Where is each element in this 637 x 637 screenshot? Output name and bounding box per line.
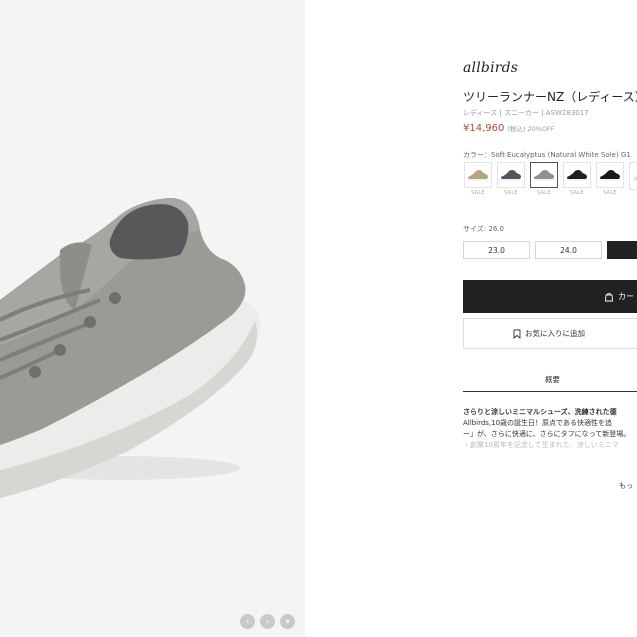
swatch-thumbnail <box>629 162 637 190</box>
swatch-thumbnail <box>596 162 624 188</box>
size-label: サイズ: 26.0 <box>463 225 504 233</box>
color-swatch-white[interactable] <box>628 162 637 196</box>
price-value: ¥14,960 <box>463 123 505 134</box>
size-option[interactable] <box>607 241 637 259</box>
swatch-sale-badge: SALE <box>603 190 617 196</box>
product-shoe-image <box>0 198 261 498</box>
size-options: 23.0 24.0 <box>463 241 637 259</box>
product-image-panel: ‹ › ⏸ <box>0 0 305 637</box>
read-more-link[interactable]: もっ <box>619 481 633 491</box>
description-line: Allbirds,10歳の誕生日！原点である快適性を追 <box>463 419 612 427</box>
product-title: ツリーランナーNZ（レディース） <box>463 90 637 104</box>
description-line: ・創業10周年を記念して生まれた、涼しいミニマ <box>463 441 619 449</box>
size-option[interactable]: 24.0 <box>535 241 602 259</box>
color-swatch-soft-eucalyptus[interactable]: SALE <box>529 162 559 196</box>
carousel-next-button[interactable]: › <box>260 614 275 629</box>
swatch-thumbnail <box>530 162 558 188</box>
color-label: カラー：Soft Eucalyptus (Natural White Sole)… <box>463 151 631 159</box>
swatch-thumbnail <box>563 162 591 188</box>
carousel-pause-button[interactable]: ⏸ <box>280 614 295 629</box>
tab-overview[interactable]: 概要 <box>463 366 637 392</box>
swatch-thumbnail <box>497 162 525 188</box>
bookmark-icon <box>513 329 521 339</box>
swatch-thumbnail <box>464 162 492 188</box>
color-swatch-khaki[interactable]: SALE <box>463 162 493 196</box>
size-option[interactable]: 23.0 <box>463 241 530 259</box>
product-meta: レディース | スニーカー | ASW283017 <box>463 109 589 117</box>
swatch-sale-badge: SALE <box>537 190 551 196</box>
carousel-controls: ‹ › ⏸ <box>240 614 295 629</box>
add-to-favorites-button[interactable]: お気に入りに追加 <box>463 318 637 349</box>
description-headline: さらりと涼しいミニマルシューズ、洗練された德 <box>463 408 617 416</box>
color-swatch-navy[interactable]: SALE <box>496 162 526 196</box>
bag-icon <box>605 292 613 301</box>
tab-overview-label: 概要 <box>545 375 560 384</box>
product-detail-panel: allbirds ツリーランナーNZ（レディース） レディース | スニーカー … <box>305 0 637 637</box>
brand-logo[interactable]: allbirds <box>463 60 518 76</box>
color-swatches: SALE SALE SALE SALE SALE <box>463 162 637 196</box>
chevron-right-icon: › <box>265 616 270 626</box>
price-note: (税込) 20%OFF <box>507 125 555 133</box>
swatch-sale-badge: SALE <box>504 190 518 196</box>
chevron-left-icon: ‹ <box>245 616 250 626</box>
carousel-prev-button[interactable]: ‹ <box>240 614 255 629</box>
swatch-sale-badge: SALE <box>471 190 485 196</box>
pause-icon: ⏸ <box>285 616 290 626</box>
product-price: ¥14,960 (税込) 20%OFF <box>463 123 555 134</box>
add-to-cart-label: カー <box>618 292 634 301</box>
product-description: さらりと涼しいミニマルシューズ、洗練された德 Allbirds,10歳の誕生日！… <box>463 407 637 451</box>
swatch-sale-badge: SALE <box>570 190 584 196</box>
color-swatch-black[interactable]: SALE <box>562 162 592 196</box>
favorites-label: お気に入りに追加 <box>525 329 585 338</box>
color-swatch-black-2[interactable]: SALE <box>595 162 625 196</box>
add-to-cart-button[interactable]: カー <box>463 280 637 313</box>
description-line: ー」が、さらに快適に、さらにタフになって新登場。 <box>463 430 631 438</box>
